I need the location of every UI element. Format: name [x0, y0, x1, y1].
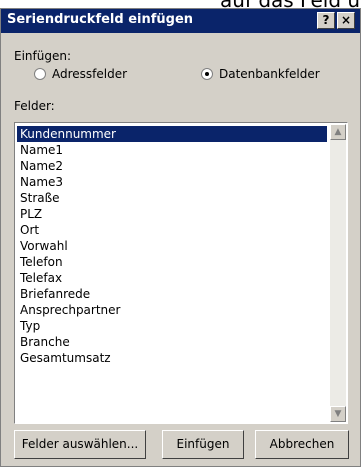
field-list-item[interactable]: Branche — [17, 334, 327, 350]
fields-listbox[interactable]: Kundennummer Name1 Name2 Name3 Straße PLZ Ort V… — [14, 122, 348, 424]
dialog-title: Seriendruckfeld einfügen — [7, 12, 194, 27]
field-list-item[interactable]: Gesamtumsatz — [17, 350, 327, 366]
scroll-down-button[interactable]: ▼ — [330, 406, 346, 422]
vertical-scrollbar[interactable]: ▲ ▼ — [330, 124, 346, 422]
field-list-item[interactable]: Telefax — [17, 270, 327, 286]
select-fields-button[interactable]: Felder auswählen... — [14, 430, 146, 459]
field-list-item[interactable]: Ort — [17, 222, 327, 238]
field-list-item[interactable]: Name2 — [17, 158, 327, 174]
scroll-up-button[interactable]: ▲ — [330, 124, 346, 140]
insert-group-label: Einfügen: — [14, 49, 71, 63]
radio-database-fields[interactable]: Datenbankfelder — [201, 66, 320, 82]
field-list-item[interactable]: Vorwahl — [17, 238, 327, 254]
field-list-item[interactable]: Straße — [17, 190, 327, 206]
fields-label: Felder: — [14, 99, 55, 113]
background-document-text: auf das Feld und anschließ — [220, 0, 361, 8]
insert-button[interactable]: Einfügen — [162, 430, 244, 459]
insert-merge-field-dialog: Seriendruckfeld einfügen ? × Einfügen: A… — [0, 8, 361, 467]
field-list-item[interactable]: Ansprechpartner — [17, 302, 327, 318]
radio-address-indicator[interactable] — [34, 68, 46, 80]
field-list-item[interactable]: Name1 — [17, 142, 327, 158]
field-list-item[interactable]: Name3 — [17, 174, 327, 190]
fields-list: Kundennummer Name1 Name2 Name3 Straße PLZ Ort V… — [17, 126, 327, 366]
close-button[interactable]: × — [337, 12, 355, 29]
field-list-item[interactable]: PLZ — [17, 206, 327, 222]
cancel-button[interactable]: Abbrechen — [255, 430, 349, 459]
radio-address-label: Adressfelder — [52, 67, 128, 81]
field-list-item[interactable]: Kundennummer — [17, 126, 327, 142]
title-bar[interactable]: Seriendruckfeld einfügen ? × — [1, 9, 360, 33]
field-list-item[interactable]: Briefanrede — [17, 286, 327, 302]
radio-database-label: Datenbankfelder — [219, 67, 320, 81]
radio-address-fields[interactable]: Adressfelder — [34, 66, 127, 82]
field-list-item[interactable]: Typ — [17, 318, 327, 334]
help-button[interactable]: ? — [317, 12, 335, 29]
radio-database-indicator[interactable] — [201, 68, 213, 80]
background-document-text-clip: auf das Feld und anschließ — [0, 0, 361, 8]
field-list-item[interactable]: Telefon — [17, 254, 327, 270]
